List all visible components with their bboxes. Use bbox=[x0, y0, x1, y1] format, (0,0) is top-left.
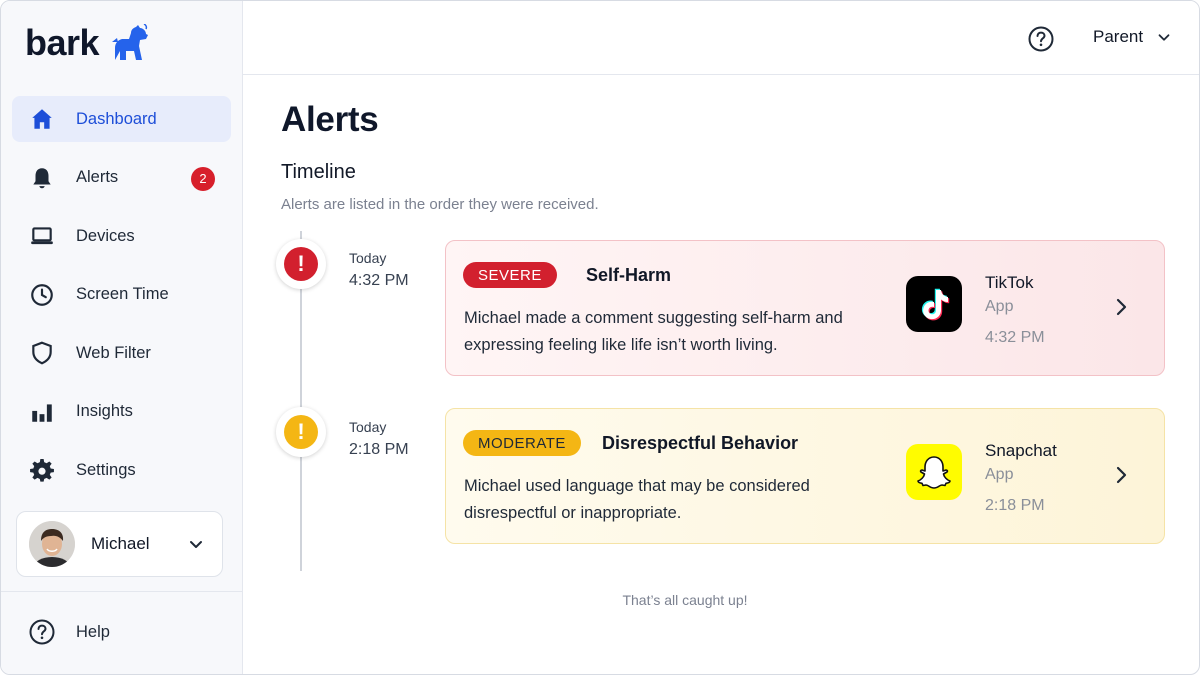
sidebar-item-label: Devices bbox=[76, 226, 135, 245]
alerts-count-badge: 2 bbox=[191, 166, 215, 191]
app-type: App bbox=[985, 466, 1014, 483]
alert-timestamp: Today 2:18 PM bbox=[349, 419, 409, 459]
sidebar-item-devices[interactable]: Devices bbox=[12, 213, 231, 259]
sidebar-nav: Dashboard Alerts 2 Devices Screen Time W… bbox=[12, 96, 231, 506]
severity-badge: SEVERE bbox=[463, 262, 557, 288]
chevron-right-icon bbox=[1116, 298, 1127, 316]
severity-badge: MODERATE bbox=[463, 430, 581, 456]
sidebar-item-label: Dashboard bbox=[76, 109, 157, 128]
bell-icon bbox=[28, 164, 56, 192]
sidebar-item-label: Web Filter bbox=[76, 343, 151, 362]
sidebar-item-dashboard[interactable]: Dashboard bbox=[12, 96, 231, 142]
alert-time: 4:32 PM bbox=[349, 272, 409, 289]
section-title: Timeline bbox=[281, 161, 356, 183]
sidebar-item-label: Help bbox=[76, 622, 110, 641]
sidebar-item-label: Settings bbox=[76, 461, 136, 480]
account-menu[interactable]: Parent bbox=[1093, 27, 1173, 47]
snapchat-icon bbox=[906, 444, 962, 500]
chevron-down-icon bbox=[190, 541, 202, 548]
main-content: Alerts Timeline Alerts are listed in the… bbox=[243, 76, 1199, 674]
logo-text: bark bbox=[25, 22, 100, 63]
sidebar: bark Dashboard Alerts 2 Devices Screen T… bbox=[1, 1, 243, 674]
account-label: Parent bbox=[1093, 27, 1144, 46]
tiktok-icon bbox=[906, 276, 962, 332]
app-window: bark Dashboard Alerts 2 Devices Screen T… bbox=[0, 0, 1200, 675]
clock-icon bbox=[28, 281, 56, 309]
section-subtitle: Alerts are listed in the order they were… bbox=[281, 196, 599, 213]
alert-day: Today bbox=[349, 419, 387, 435]
severe-alert-marker: ! bbox=[276, 239, 326, 289]
caught-up-note: That’s all caught up! bbox=[622, 592, 748, 608]
sidebar-item-screen-time[interactable]: Screen Time bbox=[12, 272, 231, 318]
chevron-right-icon bbox=[1116, 466, 1127, 484]
avatar bbox=[29, 521, 75, 567]
gear-icon bbox=[28, 457, 56, 485]
dog-logo-icon bbox=[112, 24, 149, 60]
app-name: TikTok bbox=[985, 273, 1034, 292]
app-time: 2:18 PM bbox=[985, 497, 1045, 514]
app-name: Snapchat bbox=[985, 441, 1057, 460]
sidebar-item-alerts[interactable]: Alerts 2 bbox=[12, 155, 231, 201]
laptop-icon bbox=[28, 222, 56, 250]
alert-card-self-harm[interactable]: SEVERE Self-Harm Michael made a comment … bbox=[445, 240, 1165, 376]
shield-icon bbox=[28, 339, 56, 367]
alert-day: Today bbox=[349, 250, 387, 266]
app-time: 4:32 PM bbox=[985, 329, 1045, 346]
alert-time: 2:18 PM bbox=[349, 441, 409, 458]
sidebar-item-label: Insights bbox=[76, 402, 133, 421]
alert-description: Michael made a comment suggesting self-h… bbox=[464, 309, 843, 354]
alert-card-disrespectful-behavior[interactable]: MODERATE Disrespectful Behavior Michael … bbox=[445, 408, 1165, 544]
sidebar-item-label: Screen Time bbox=[76, 285, 169, 304]
help-icon[interactable] bbox=[1027, 25, 1055, 53]
sidebar-divider bbox=[1, 591, 242, 592]
moderate-alert-marker: ! bbox=[276, 407, 326, 457]
exclamation-icon: ! bbox=[284, 415, 318, 449]
bar-chart-icon bbox=[28, 398, 56, 426]
app-type: App bbox=[985, 298, 1014, 315]
child-name: Michael bbox=[91, 534, 150, 553]
child-selector[interactable]: Michael bbox=[16, 511, 223, 577]
alert-title: Disrespectful Behavior bbox=[602, 433, 799, 453]
help-icon bbox=[29, 619, 55, 645]
top-bar: Parent bbox=[243, 1, 1199, 75]
alert-description: Michael used language that may be consid… bbox=[464, 477, 810, 522]
sidebar-item-web-filter[interactable]: Web Filter bbox=[12, 330, 231, 376]
home-icon bbox=[28, 105, 56, 133]
sidebar-item-insights[interactable]: Insights bbox=[12, 389, 231, 435]
bark-logo[interactable]: bark bbox=[25, 23, 149, 63]
page-title: Alerts bbox=[281, 100, 379, 139]
chevron-down-icon bbox=[1158, 34, 1170, 41]
sidebar-item-settings[interactable]: Settings bbox=[12, 448, 231, 494]
sidebar-item-help[interactable]: Help bbox=[28, 618, 110, 646]
exclamation-icon: ! bbox=[284, 247, 318, 281]
alert-timestamp: Today 4:32 PM bbox=[349, 250, 409, 290]
sidebar-item-label: Alerts bbox=[76, 168, 119, 187]
alert-title: Self-Harm bbox=[586, 265, 672, 285]
